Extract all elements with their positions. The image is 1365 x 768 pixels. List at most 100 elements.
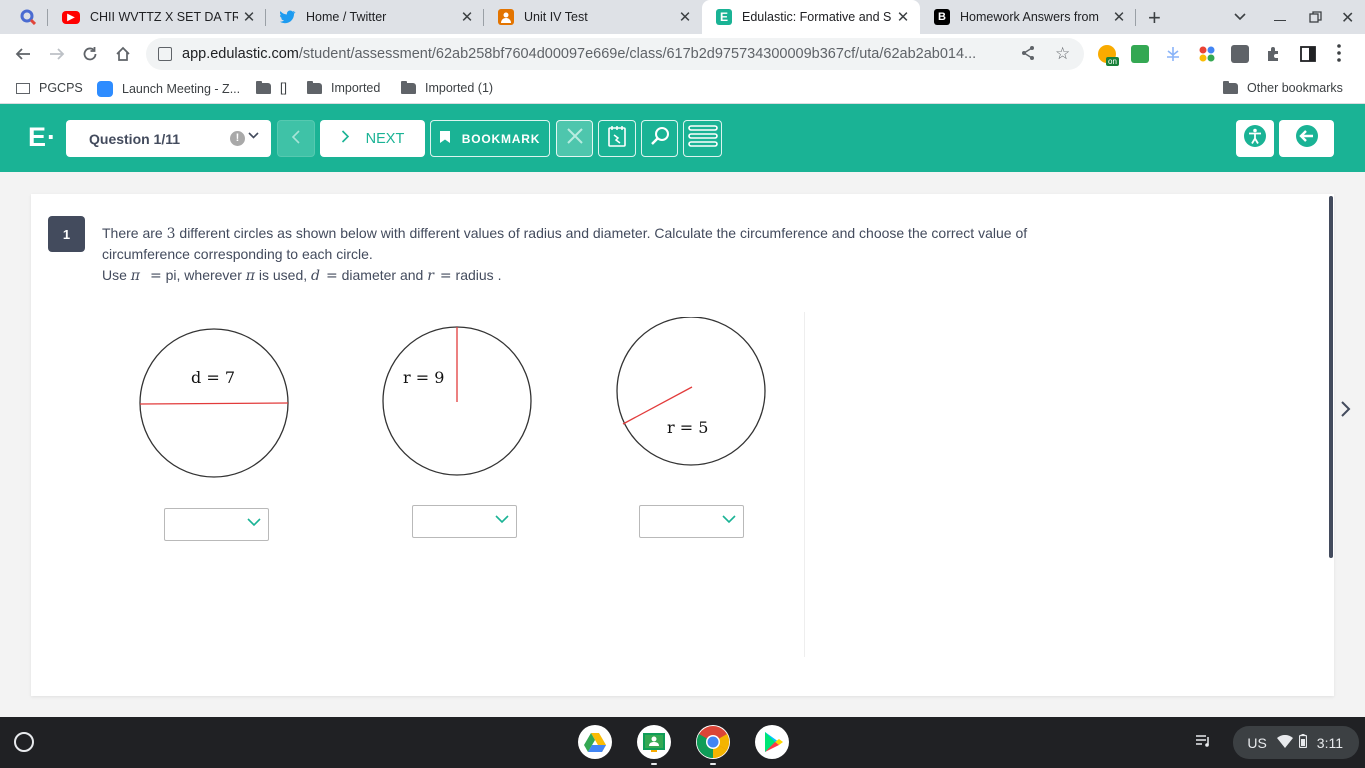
bookmark-other[interactable]: Other bookmarks bbox=[1223, 80, 1343, 95]
close-icon[interactable]: ✕ bbox=[1108, 8, 1130, 26]
answer-dropdown-3[interactable] bbox=[639, 505, 744, 538]
question-text-line-2: circumference corresponding to each circ… bbox=[102, 246, 373, 262]
hamburger-icon bbox=[687, 124, 718, 153]
tab-pinned-app[interactable] bbox=[8, 0, 48, 34]
bookmark-imported-1[interactable]: Imported (1) bbox=[401, 80, 493, 95]
extension-profile-icon[interactable] bbox=[1231, 45, 1249, 63]
close-icon[interactable]: ✕ bbox=[892, 8, 914, 26]
bookmark-star-icon[interactable]: ☆ bbox=[1055, 44, 1070, 64]
scrollbar-thumb[interactable] bbox=[1329, 196, 1333, 558]
home-icon[interactable] bbox=[111, 42, 135, 66]
google-classroom-icon[interactable] bbox=[637, 725, 671, 759]
answer-dropdown-2[interactable] bbox=[412, 505, 517, 538]
status-tray[interactable]: US 3:11 bbox=[1195, 717, 1365, 768]
exit-button[interactable] bbox=[1279, 120, 1334, 157]
minimize-icon[interactable] bbox=[1274, 20, 1286, 21]
folder-icon bbox=[307, 80, 322, 94]
next-question-arrow-icon[interactable] bbox=[1340, 400, 1352, 424]
chrome-icon[interactable] bbox=[696, 725, 730, 759]
answer-eliminator-button[interactable] bbox=[556, 120, 593, 157]
folder-icon bbox=[1223, 80, 1238, 94]
folder-icon bbox=[401, 80, 416, 94]
question-selector[interactable]: Question 1/11 ! bbox=[66, 120, 271, 157]
question-text-line-3: Use π = pi, wherever π is used, d = diamet… bbox=[102, 267, 502, 284]
column-divider bbox=[804, 312, 805, 657]
close-icon[interactable]: ✕ bbox=[238, 8, 260, 26]
previous-button[interactable] bbox=[277, 120, 315, 157]
edulastic-icon: E bbox=[716, 9, 732, 25]
locale-label: US bbox=[1247, 734, 1267, 751]
chevron-right-icon bbox=[341, 130, 350, 147]
window-close-icon[interactable]: ✕ bbox=[1341, 8, 1354, 28]
kebab-menu-icon[interactable] bbox=[1337, 44, 1341, 67]
tab-twitter[interactable]: Home / Twitter ✕ bbox=[266, 0, 484, 34]
bookmark-folder[interactable]: [] bbox=[256, 80, 287, 95]
tray-pill[interactable]: US 3:11 bbox=[1233, 726, 1359, 759]
app-icon bbox=[20, 9, 36, 25]
launcher-icon[interactable] bbox=[14, 732, 34, 752]
tab-brainly[interactable]: B Homework Answers from ✕ bbox=[920, 0, 1136, 34]
next-button[interactable]: NEXT bbox=[320, 120, 425, 157]
bookmark-button[interactable]: BOOKMARK bbox=[430, 120, 550, 157]
restore-icon[interactable] bbox=[1309, 11, 1322, 29]
chevron-down-icon bbox=[246, 514, 262, 535]
running-indicator bbox=[710, 763, 716, 765]
os-shelf: US 3:11 bbox=[0, 717, 1365, 768]
wifi-icon bbox=[1276, 734, 1293, 751]
bookmark-pgcps[interactable]: PGCPS bbox=[16, 81, 83, 95]
bookmark-imported[interactable]: Imported bbox=[307, 80, 380, 95]
address-bar[interactable]: app.edulastic.com/student/assessment/62a… bbox=[146, 38, 1084, 70]
tab-youtube[interactable]: ▶ CHII WVTTZ X SET DA TRE ✕ bbox=[48, 0, 266, 34]
question-card: 1 There are 3 different circles as shown… bbox=[31, 194, 1334, 696]
question-text-line-1: There are 3 different circles as shown b… bbox=[102, 225, 1028, 242]
extension-grid-icon[interactable] bbox=[1198, 45, 1216, 63]
circle-3-label: r = 5 bbox=[667, 418, 709, 437]
reload-icon[interactable] bbox=[78, 42, 102, 66]
question-label: Question 1/11 bbox=[89, 130, 181, 147]
tab-title: Home / Twitter bbox=[306, 10, 387, 24]
media-controls-icon[interactable] bbox=[1195, 734, 1211, 751]
tab-search-chevron-icon[interactable] bbox=[1233, 9, 1247, 28]
circle-diagram-1 bbox=[139, 328, 289, 478]
extensions-puzzle-icon[interactable] bbox=[1265, 45, 1283, 63]
tab-title: CHII WVTTZ X SET DA TRE bbox=[90, 10, 238, 24]
assessment-header: E· Question 1/11 ! NEXT BOOKMARK bbox=[0, 104, 1365, 172]
warning-icon: ! bbox=[230, 131, 245, 146]
new-tab-plus-icon[interactable]: + bbox=[1148, 5, 1161, 31]
accessibility-button[interactable] bbox=[1236, 120, 1274, 157]
tab-classroom[interactable]: Unit IV Test ✕ bbox=[484, 0, 702, 34]
circle-1-label: d = 7 bbox=[191, 368, 235, 387]
edulastic-logo: E· bbox=[28, 122, 57, 152]
url-host: app.edulastic.com bbox=[182, 46, 299, 62]
tab-edulastic[interactable]: E Edulastic: Formative and S ✕ bbox=[702, 0, 920, 34]
scratchpad-button[interactable] bbox=[598, 120, 636, 157]
clock-time: 3:11 bbox=[1316, 734, 1343, 751]
browser-toolbar: app.edulastic.com/student/assessment/62a… bbox=[0, 34, 1365, 74]
extension-classroom-icon[interactable] bbox=[1131, 45, 1149, 63]
twitter-icon bbox=[280, 9, 296, 25]
back-arrow-icon[interactable] bbox=[11, 42, 35, 66]
share-icon[interactable] bbox=[1020, 45, 1036, 66]
google-drive-icon[interactable] bbox=[578, 725, 612, 759]
side-panel-icon[interactable] bbox=[1299, 45, 1317, 63]
bookmark-folder-app-icon bbox=[16, 82, 30, 94]
close-icon[interactable]: ✕ bbox=[674, 8, 696, 26]
extension-tree-icon[interactable] bbox=[1164, 45, 1182, 63]
chevron-down-icon bbox=[494, 511, 510, 532]
site-info-icon[interactable] bbox=[158, 47, 172, 61]
accessibility-icon bbox=[1244, 125, 1266, 152]
chevron-left-icon bbox=[291, 128, 301, 149]
running-indicator bbox=[651, 763, 657, 765]
forward-arrow-icon[interactable] bbox=[45, 42, 69, 66]
chevron-down-icon bbox=[248, 129, 259, 144]
magnifier-button[interactable] bbox=[641, 120, 678, 157]
tab-title: Unit IV Test bbox=[524, 10, 588, 24]
answer-dropdown-1[interactable] bbox=[164, 508, 269, 541]
tools-menu-button[interactable] bbox=[683, 120, 722, 157]
play-store-icon[interactable] bbox=[755, 725, 789, 759]
assessment-content: 1 There are 3 different circles as shown… bbox=[0, 172, 1365, 717]
folder-icon bbox=[256, 80, 271, 94]
bookmark-zoom[interactable]: Launch Meeting - Z... bbox=[97, 81, 240, 97]
close-icon[interactable]: ✕ bbox=[456, 8, 478, 26]
tab-title: Homework Answers from bbox=[960, 10, 1099, 24]
